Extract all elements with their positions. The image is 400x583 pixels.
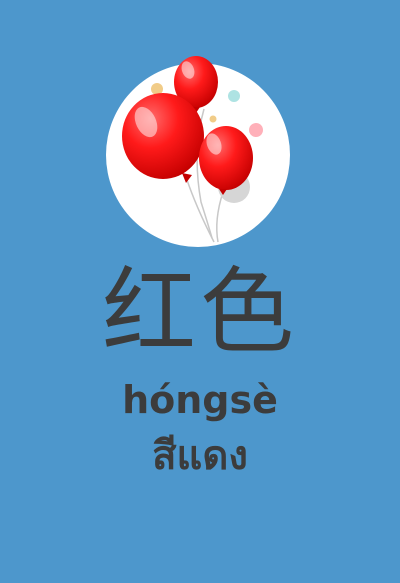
balloon (122, 93, 204, 179)
pinyin-text: hóngsè (122, 378, 278, 422)
balloons-illustration (106, 52, 292, 252)
flashcard: 红色 hóngsè สีแดง (0, 0, 400, 583)
balloon (199, 126, 253, 190)
red-balloons-icon (106, 56, 290, 247)
confetti-dot (249, 123, 263, 137)
confetti-dot (209, 115, 217, 123)
confetti-dot (228, 90, 240, 102)
chinese-word: 红色 (101, 258, 298, 367)
thai-translation: สีแดง (152, 433, 248, 479)
